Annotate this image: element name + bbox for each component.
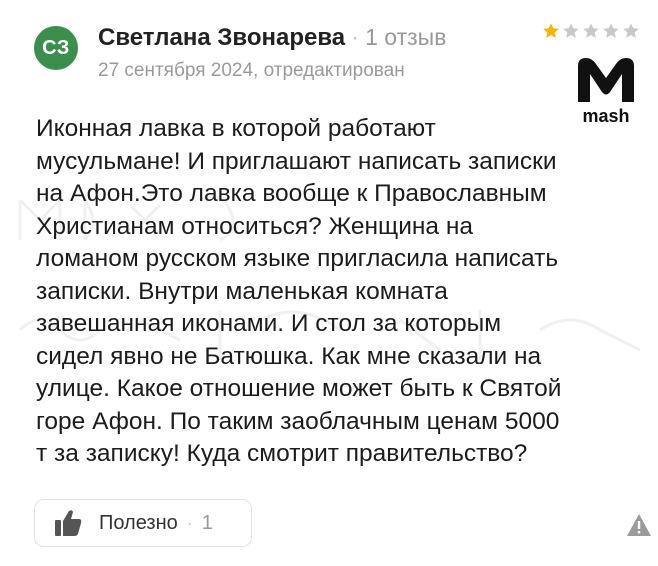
- header-separator: ·: [351, 24, 360, 51]
- thumbs-up-icon: [55, 510, 82, 536]
- review-text-line: ломаном русском языке пригласила написат…: [36, 245, 559, 272]
- review-text-line: записки. Внутри маленькая комната: [36, 277, 448, 305]
- review-text-line: т за записку! Куда смотрит правительство…: [36, 440, 528, 467]
- author-name[interactable]: Светлана Звонарева: [98, 24, 345, 51]
- review-date: 27 сентября 2024, отредактирован: [98, 60, 405, 81]
- review-text: Иконная лавка в которой работают мусульма…: [36, 113, 646, 471]
- review-text-line: сидел явно не Батюшка. Как мне сказали н…: [36, 342, 542, 370]
- warning-triangle-icon[interactable]: [626, 513, 652, 537]
- star-empty-icon: [563, 23, 579, 38]
- useful-count: 1: [201, 511, 213, 534]
- useful-button[interactable]: Полезно · 1: [34, 499, 252, 547]
- useful-separator: ·: [186, 512, 193, 533]
- star-rating: [542, 22, 640, 40]
- review-text-line: на Афон.Это лавка вообще к Православным: [36, 180, 547, 207]
- star-empty-icon: [623, 23, 639, 38]
- star-empty-icon: [603, 23, 619, 38]
- review-text-line: завешанная иконами. И стол за которым: [36, 310, 502, 337]
- review-text-line: улице. Какое отношение может быть к Свят…: [36, 375, 562, 402]
- reviews-count[interactable]: 1 отзыв: [365, 24, 446, 50]
- star-empty-icon: [583, 23, 599, 38]
- review-header: Светлана Звонарева · 1 отзыв: [98, 24, 446, 52]
- review-text-line: мусульмане! И приглашают написать записк…: [36, 147, 557, 175]
- avatar: СЗ: [34, 26, 78, 70]
- review-text-line: Христианам относиться? Женщина на: [36, 212, 474, 240]
- review-text-line: Иконная лавка в которой работают: [36, 115, 436, 142]
- useful-label: Полезно: [99, 511, 178, 534]
- star-filled-icon: [543, 23, 559, 38]
- review-text-line: горе Афон. По таким заоблачным ценам 500…: [36, 407, 560, 435]
